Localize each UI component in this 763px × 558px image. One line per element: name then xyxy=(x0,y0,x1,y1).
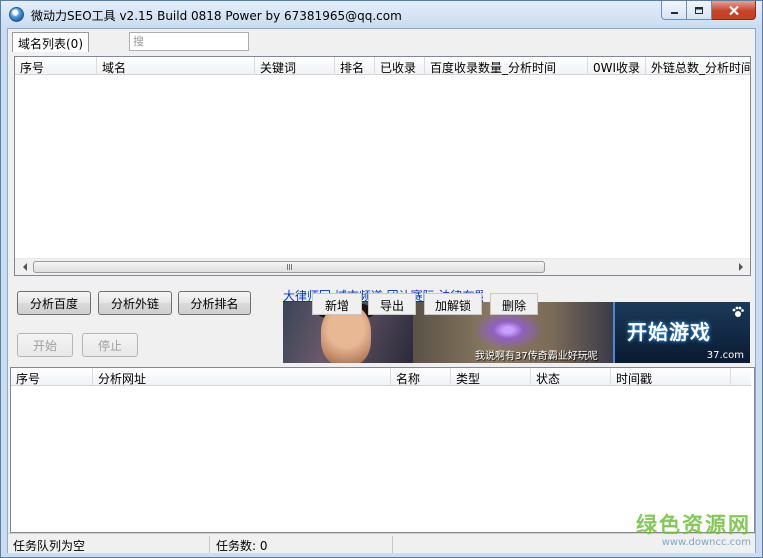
app-window: 微动力SEO工具 v2.15 Build 0818 Power by 67381… xyxy=(0,0,763,558)
domain-list-table[interactable]: 序号 域名 关键词 排名 已收录 百度收录数量_分析时间 0WI收录 外链总数_… xyxy=(14,56,751,276)
client-area: 域名列表(0) 序号 域名 关键词 排名 已收录 百度收录数量_分析时间 0WI… xyxy=(7,28,756,553)
scroll-right-arrow[interactable] xyxy=(732,259,749,275)
col-header-task-index[interactable]: 序号 xyxy=(11,368,93,386)
maximize-icon xyxy=(695,6,703,14)
minimize-button[interactable] xyxy=(661,1,687,20)
col-header-index[interactable]: 序号 xyxy=(15,57,97,75)
col-header-indexed[interactable]: 已收录 xyxy=(375,57,425,75)
close-icon xyxy=(728,5,739,15)
col-header-analyze-url[interactable]: 分析网址 xyxy=(93,368,391,386)
col-header-backlinks-time[interactable]: 外链总数_分析时间 xyxy=(646,57,750,75)
task-table-header: 序号 分析网址 名称 类型 状态 时间戳 xyxy=(11,368,751,386)
col-header-owi-index[interactable]: 0WI收录 xyxy=(588,57,646,75)
col-header-timestamp[interactable]: 时间戳 xyxy=(611,368,731,386)
menu-item-delete[interactable]: 删除 xyxy=(490,293,538,315)
menu-item-add[interactable]: 新增 xyxy=(312,293,362,315)
col-header-baidu-index-time[interactable]: 百度收录数量_分析时间 xyxy=(425,57,588,75)
col-header-name[interactable]: 名称 xyxy=(391,368,451,386)
title-bar[interactable]: 微动力SEO工具 v2.15 Build 0818 Power by 67381… xyxy=(1,1,762,28)
scroll-thumb[interactable] xyxy=(33,261,545,273)
start-button[interactable]: 开始 xyxy=(17,333,73,357)
search-input[interactable] xyxy=(129,32,249,51)
minimize-icon xyxy=(670,11,678,14)
analyze-links-button[interactable]: 分析外链 xyxy=(98,291,172,315)
domain-table-header: 序号 域名 关键词 排名 已收录 百度收录数量_分析时间 0WI收录 外链总数_… xyxy=(15,57,750,75)
chevron-left-icon xyxy=(22,263,27,271)
col-header-status[interactable]: 状态 xyxy=(531,368,611,386)
col-header-domain[interactable]: 域名 xyxy=(97,57,255,75)
stop-button[interactable]: 停止 xyxy=(82,333,138,357)
analyze-baidu-button[interactable]: 分析百度 xyxy=(17,291,91,315)
col-header-rank[interactable]: 排名 xyxy=(335,57,375,75)
maximize-button[interactable] xyxy=(687,1,712,20)
banner-caption: 我说啊有37传奇霸业好玩呢 xyxy=(475,351,598,362)
menu-item-lock-unlock[interactable]: 加解锁 xyxy=(424,293,482,315)
window-title: 微动力SEO工具 v2.15 Build 0818 Power by 67381… xyxy=(31,9,402,23)
status-queue: 任务队列为空 xyxy=(10,536,210,553)
banner-start-panel: 开始游戏 37.com xyxy=(613,302,750,363)
domain-table-hscrollbar[interactable] xyxy=(15,258,750,275)
tab-domain-list[interactable]: 域名列表(0) xyxy=(12,32,89,52)
paw-icon xyxy=(732,306,744,317)
analyze-rank-button[interactable]: 分析排名 xyxy=(178,291,251,315)
app-logo-icon xyxy=(9,7,24,22)
scroll-left-arrow[interactable] xyxy=(16,259,33,275)
grip-icon xyxy=(286,264,292,270)
watermark: 绿色资源网 www.downcc.com xyxy=(611,509,751,549)
watermark-logo-text: 绿色资源网 xyxy=(636,513,751,537)
col-header-spacer xyxy=(731,368,751,386)
status-task-count: 任务数: 0 xyxy=(213,536,393,553)
window-controls xyxy=(661,1,756,21)
close-button[interactable] xyxy=(712,1,756,20)
col-header-type[interactable]: 类型 xyxy=(451,368,531,386)
menu-item-export[interactable]: 导出 xyxy=(368,293,416,315)
col-header-keyword[interactable]: 关键词 xyxy=(255,57,335,75)
banner-start-game-text: 开始游戏 xyxy=(627,320,711,344)
chevron-right-icon xyxy=(738,263,743,271)
banner-brand: 37.com xyxy=(706,350,744,361)
